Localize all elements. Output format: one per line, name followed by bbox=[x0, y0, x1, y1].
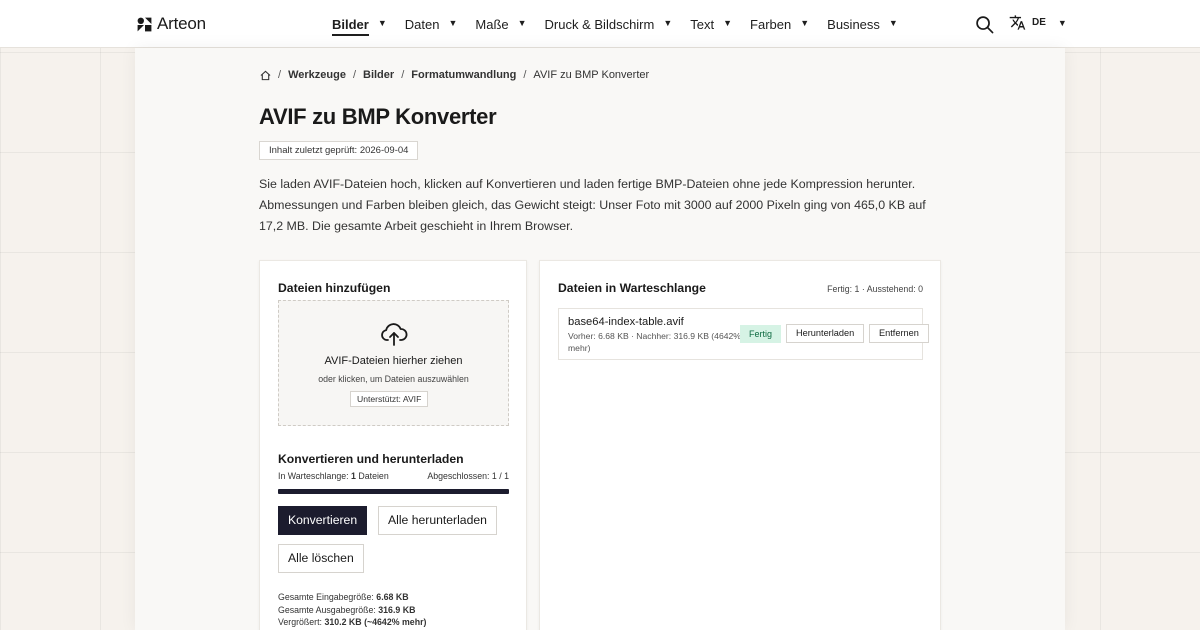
logo-icon bbox=[137, 17, 152, 31]
nav-item-farben[interactable]: Farben ▼ bbox=[750, 0, 809, 48]
queue-status: Fertig: 1 · Ausstehend: 0 bbox=[827, 284, 923, 294]
queue-title: Dateien in Warteschlange bbox=[558, 281, 706, 295]
chevron-down-icon: ▼ bbox=[377, 17, 387, 28]
total-input-size: Gesamte Eingabegröße: 6.68 KB bbox=[278, 591, 426, 604]
breadcrumb-separator: / bbox=[523, 69, 527, 81]
size-totals: Gesamte Eingabegröße: 6.68 KB Gesamte Au… bbox=[278, 591, 426, 629]
file-remove-button[interactable]: Entfernen bbox=[869, 324, 929, 343]
nav-item-business[interactable]: Business ▼ bbox=[827, 0, 898, 48]
dropzone-subtitle: oder klicken, um Dateien auszuwählen bbox=[318, 374, 469, 384]
breadcrumb-separator: / bbox=[401, 69, 405, 81]
last-reviewed-badge: Inhalt zuletzt geprüft: 2026-09-04 bbox=[259, 141, 419, 160]
chevron-down-icon: ▼ bbox=[1057, 17, 1067, 28]
language-label: DE bbox=[1032, 17, 1046, 28]
breadcrumb-formatumwandlung[interactable]: Formatumwandlung bbox=[411, 69, 516, 81]
add-files-panel: Dateien hinzufügen AVIF-Dateien hierher … bbox=[259, 260, 527, 630]
queue-panel: Dateien in Warteschlange Fertig: 1 · Aus… bbox=[539, 260, 941, 630]
chevron-down-icon: ▼ bbox=[517, 17, 527, 28]
site-header: Arteon Bilder ▼ Daten ▼ Maße ▼ Druck & B… bbox=[0, 0, 1200, 48]
file-size-info: Vorher: 6.68 KB · Nachher: 316.9 KB (464… bbox=[568, 331, 741, 353]
cloud-upload-icon bbox=[381, 323, 408, 346]
translate-icon bbox=[1009, 15, 1026, 30]
nav-item-bilder[interactable]: Bilder ▼ bbox=[332, 0, 387, 48]
progress-bar-fill bbox=[278, 489, 509, 494]
nav-item-druck-bildschirm[interactable]: Druck & Bildschirm ▼ bbox=[545, 0, 673, 48]
nav-label: Maße bbox=[475, 16, 509, 32]
clear-all-button[interactable]: Alle löschen bbox=[278, 544, 364, 573]
breadcrumb-bilder[interactable]: Bilder bbox=[363, 69, 394, 81]
language-switcher[interactable]: DE ▼ bbox=[1009, 14, 1067, 31]
chevron-down-icon: ▼ bbox=[888, 17, 898, 28]
file-name: base64-index-table.avif bbox=[568, 316, 684, 328]
main-nav: Bilder ▼ Daten ▼ Maße ▼ Druck & Bildschi… bbox=[332, 0, 898, 48]
queue-count-value: 1 bbox=[351, 471, 356, 481]
page-title: AVIF zu BMP Konverter bbox=[259, 104, 497, 129]
status-badge: Fertig bbox=[740, 325, 782, 343]
total-input-value: 6.68 KB bbox=[376, 592, 409, 602]
nav-item-daten[interactable]: Daten ▼ bbox=[405, 0, 458, 48]
nav-label: Farben bbox=[750, 16, 792, 32]
nav-label: Daten bbox=[404, 16, 440, 32]
intro-text: Sie laden AVIF-Dateien hoch, klicken auf… bbox=[259, 177, 926, 233]
size-growth-label: Vergrößert: bbox=[278, 617, 323, 627]
download-all-button[interactable]: Alle herunterladen bbox=[378, 506, 497, 535]
total-input-label: Gesamte Eingabegröße: bbox=[278, 592, 374, 602]
nav-label: Text bbox=[690, 16, 715, 32]
file-download-button[interactable]: Herunterladen bbox=[786, 324, 865, 343]
completed-count: Abgeschlossen: 1 / 1 bbox=[427, 471, 509, 481]
logo[interactable]: Arteon bbox=[137, 14, 206, 34]
total-output-value: 316.9 KB bbox=[378, 604, 416, 615]
breadcrumb-current: AVIF zu BMP Konverter bbox=[533, 69, 650, 81]
breadcrumb: / Werkzeuge / Bilder / Formatumwandlung … bbox=[260, 69, 649, 81]
main-content: / Werkzeuge / Bilder / Formatumwandlung … bbox=[135, 48, 1065, 630]
queue-count-unit: Dateien bbox=[358, 471, 389, 481]
size-growth-value: 310.2 KB (~4642% mehr) bbox=[324, 617, 427, 627]
breadcrumb-separator: / bbox=[278, 69, 282, 81]
nav-label: Business bbox=[827, 16, 880, 32]
queue-stats: In Warteschlange: 1 Dateien Abgeschlosse… bbox=[278, 471, 509, 481]
convert-title: Konvertieren und herunterladen bbox=[278, 452, 464, 466]
size-growth: Vergrößert: 310.2 KB (~4642% mehr) bbox=[278, 616, 426, 629]
convert-button[interactable]: Konvertieren bbox=[278, 506, 368, 535]
chevron-down-icon: ▼ bbox=[663, 17, 673, 28]
nav-item-masse[interactable]: Maße ▼ bbox=[475, 0, 526, 48]
chevron-down-icon: ▼ bbox=[448, 17, 458, 28]
nav-item-text[interactable]: Text ▼ bbox=[690, 0, 732, 48]
brand-name: Arteon bbox=[157, 14, 206, 33]
dropzone-title: AVIF-Dateien hierher ziehen bbox=[324, 355, 463, 367]
queue-file-item: base64-index-table.avif Vorher: 6.68 KB … bbox=[558, 308, 929, 360]
supported-formats-badge: Unterstützt: AVIF bbox=[350, 391, 429, 407]
chevron-down-icon: ▼ bbox=[723, 17, 733, 28]
total-output-label: Gesamte Ausgabegröße: bbox=[278, 604, 376, 615]
queue-count: In Warteschlange: 1 Dateien bbox=[278, 471, 389, 481]
queue-count-label: In Warteschlange: bbox=[278, 471, 349, 481]
file-dropzone[interactable]: AVIF-Dateien hierher ziehen oder klicken… bbox=[278, 300, 509, 426]
breadcrumb-separator: / bbox=[352, 69, 356, 81]
search-icon[interactable] bbox=[975, 15, 994, 34]
chevron-down-icon: ▼ bbox=[800, 17, 810, 28]
progress-bar bbox=[278, 489, 509, 494]
nav-label: Bilder bbox=[332, 17, 369, 36]
nav-label: Druck & Bildschirm bbox=[544, 16, 655, 32]
breadcrumb-werkzeuge[interactable]: Werkzeuge bbox=[288, 69, 346, 81]
total-output-size: Gesamte Ausgabegröße: 316.9 KB bbox=[278, 604, 426, 617]
add-files-title: Dateien hinzufügen bbox=[278, 281, 391, 295]
home-icon[interactable] bbox=[260, 70, 271, 81]
